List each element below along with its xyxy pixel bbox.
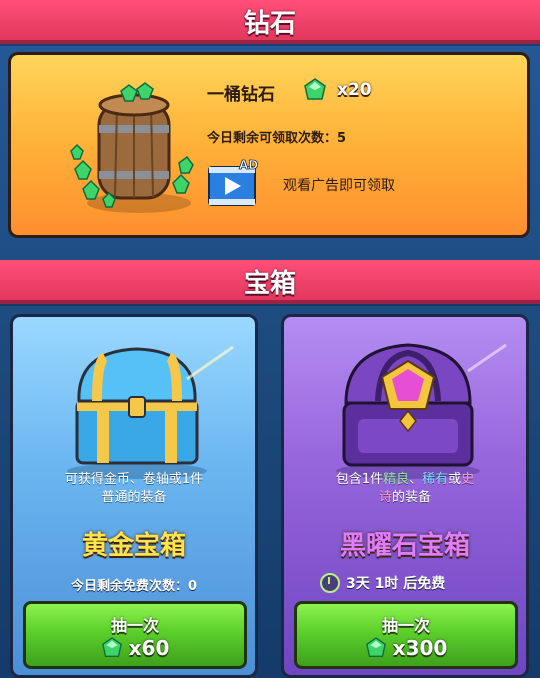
gold-draw-label: 抽一次: [110, 616, 159, 635]
gold-chest-card[interactable]: 可获得金币、卷轴或1件 普通的装备 黄金宝箱 今日剩余免费次数：0 抽一次 x6…: [10, 314, 258, 678]
gold-desc-line1: 可获得金币、卷轴或1件: [64, 472, 204, 487]
gold-chest-icon: [67, 345, 234, 479]
obsidian-timer-text: 3天 1时 后免费: [346, 576, 446, 592]
obsidian-free-timer: 3天 1时 后免费: [320, 571, 445, 595]
quality-epic-part2: 诗: [378, 490, 392, 505]
watch-ad-button[interactable]: AD: [207, 159, 263, 209]
barrel-of-gems-icon: [70, 82, 194, 213]
desc-rest: 的装备: [392, 490, 432, 505]
gem-icon: [101, 637, 122, 657]
desc-sep2: 或: [448, 472, 462, 487]
obsidian-chest-icon: [336, 343, 507, 479]
obsidian-chest-description: 包含1件精良、稀有或史 诗的装备: [294, 471, 516, 507]
gold-draw-price-value: x60: [128, 636, 170, 660]
desc-prefix: 包含1件: [335, 472, 384, 487]
offer-remaining-count: 今日剩余可领取次数：5: [207, 131, 347, 146]
gold-desc-line2: 普通的装备: [101, 490, 167, 505]
obsidian-chest-name: 黑曜石宝箱: [339, 531, 470, 561]
diamond-section-banner: 钻石: [0, 0, 540, 44]
ad-badge: AD: [239, 159, 258, 172]
gold-chest-free-count: 今日剩余免费次数：0: [70, 579, 198, 594]
diamond-barrel-offer[interactable]: 一桶钻石 x20 今日剩余可领取次数：5 AD 观看广告即可领取: [8, 52, 530, 238]
watch-ad-text: 观看广告即可领取: [283, 178, 395, 194]
gem-icon: [304, 78, 326, 100]
offer-amount: x20: [337, 80, 372, 100]
obsidian-draw-price: x300: [297, 636, 515, 660]
obsidian-chest-draw-button[interactable]: 抽一次 x300: [294, 601, 518, 669]
quality-rare: 稀有: [422, 472, 449, 487]
quality-fine: 精良: [383, 472, 410, 487]
gem-icon: [365, 637, 386, 657]
desc-sep1: 、: [409, 472, 423, 487]
obsidian-draw-price-value: x300: [392, 636, 448, 660]
chest-section-banner: 宝箱: [0, 260, 540, 304]
quality-epic-part1: 史: [461, 472, 475, 487]
offer-name: 一桶钻石: [207, 85, 275, 105]
obsidian-desc-line1: 包含1件精良、稀有或史: [294, 471, 516, 489]
gold-chest-name: 黄金宝箱: [81, 531, 186, 561]
obsidian-draw-label: 抽一次: [381, 616, 430, 635]
diamond-section-title: 钻石: [243, 9, 296, 39]
obsidian-chest-card[interactable]: 包含1件精良、稀有或史 诗的装备 黑曜石宝箱 3天 1时 后免费 抽一次 x30…: [281, 314, 529, 678]
clock-timer-icon: [320, 573, 340, 593]
chest-section-title: 宝箱: [243, 269, 296, 299]
gold-chest-description: 可获得金币、卷轴或1件 普通的装备: [23, 471, 245, 507]
obsidian-desc-line2: 诗的装备: [294, 489, 516, 507]
gold-chest-draw-button[interactable]: 抽一次 x60: [23, 601, 247, 669]
gold-draw-price: x60: [26, 636, 244, 660]
